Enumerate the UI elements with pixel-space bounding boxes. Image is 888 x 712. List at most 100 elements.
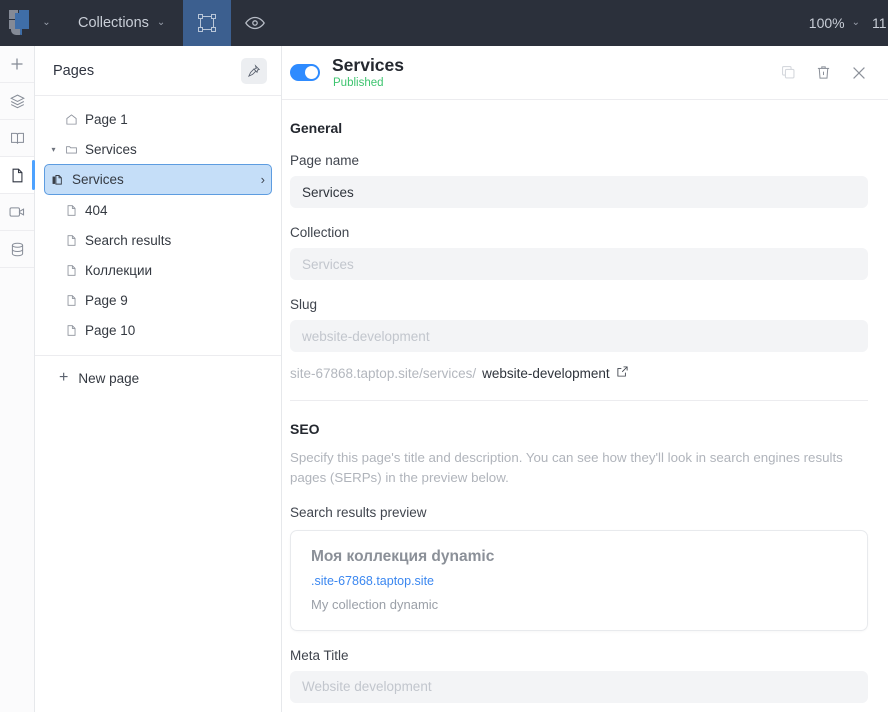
- trash-icon: [817, 66, 830, 79]
- zoom-control[interactable]: 100% ⌄: [797, 15, 872, 31]
- label-search-results-preview: Search results preview: [290, 504, 427, 520]
- page-list-item-label: Page 1: [85, 111, 128, 127]
- twisty-expanded-icon[interactable]: ▾: [49, 145, 58, 154]
- page-list-item-404[interactable]: 404: [43, 195, 273, 225]
- cutoff-label: 11: [872, 15, 887, 31]
- taptop-logo-icon: [9, 10, 35, 36]
- header-actions: [780, 64, 868, 82]
- page-list-item-label: 404: [85, 202, 108, 218]
- page-list-item-page-1[interactable]: Page 1: [43, 104, 273, 134]
- collections-label: Collections: [78, 15, 149, 31]
- toolbar-right-group: 100% ⌄ 11: [797, 0, 888, 46]
- close-button[interactable]: [850, 64, 868, 82]
- section-divider: [290, 400, 868, 401]
- database-icon: [11, 242, 23, 256]
- pin-panel-button[interactable]: [241, 57, 267, 84]
- page-list-item-page-9[interactable]: Page 9: [43, 285, 273, 315]
- plus-icon: [11, 58, 23, 70]
- page-icon: [65, 204, 78, 217]
- page-list-item-label: Page 9: [85, 292, 128, 308]
- page-list-item-kollekcii[interactable]: Коллекции: [43, 255, 273, 285]
- collection-page-icon: [51, 173, 65, 187]
- home-icon: [65, 113, 78, 126]
- page-name-input[interactable]: Services: [290, 176, 868, 208]
- page-icon: [65, 324, 78, 337]
- page-list-item-services-folder[interactable]: ▾ Services: [43, 134, 273, 164]
- chevron-down-icon: ⌄: [42, 17, 51, 28]
- preview-button[interactable]: [231, 0, 279, 46]
- plus-icon: +: [59, 369, 69, 386]
- page-list-item-label: Коллекции: [85, 262, 153, 278]
- page-icon: [65, 264, 78, 277]
- label-page-name: Page name: [290, 153, 360, 168]
- meta-title-input[interactable]: Website development: [290, 670, 868, 703]
- page-list-item-label: Search results: [85, 232, 172, 248]
- rail-item-media[interactable]: [0, 194, 34, 231]
- delete-button[interactable]: [815, 64, 832, 81]
- serp-preview-description: My collection dynamic: [311, 596, 439, 612]
- page-icon: [65, 234, 78, 247]
- serp-preview-url[interactable]: .site-67868.taptop.site: [311, 574, 847, 588]
- slug-input[interactable]: website-development: [290, 320, 868, 352]
- top-toolbar: ⌄ Collections ⌄ 100% ⌄ 11: [0, 0, 888, 46]
- pages-panel-footer: + New page: [35, 356, 281, 400]
- url-prefix: site-67868.taptop.site/services/: [290, 365, 477, 381]
- app-root: ⌄ Collections ⌄ 100% ⌄ 11 Pages Page 1 ▾…: [0, 0, 888, 712]
- duplicate-button[interactable]: [780, 64, 797, 81]
- select-tool-button[interactable]: [183, 0, 232, 46]
- new-page-label: New page: [78, 370, 140, 386]
- app-logo-button[interactable]: ⌄: [0, 0, 60, 46]
- label-collection: Collection: [290, 225, 350, 240]
- page-settings-content: General Page name Services Collection Se…: [282, 100, 888, 712]
- pin-icon: [247, 63, 261, 77]
- section-title-seo: SEO: [290, 421, 320, 437]
- close-icon: [853, 66, 865, 79]
- page-list-item-label: Services: [72, 172, 124, 187]
- pages-list: Page 1 ▾ Services Services › 404 Search …: [35, 96, 281, 356]
- page-settings-heading: Services Published: [332, 55, 405, 89]
- page-icon: [12, 168, 22, 182]
- url-slug: website-development: [482, 365, 610, 381]
- new-page-button[interactable]: + New page: [43, 370, 273, 386]
- layers-icon: [9, 94, 25, 108]
- duplicate-icon: [781, 65, 795, 79]
- page-settings-panel: Services Published General Page name Ser…: [282, 46, 888, 712]
- chevron-down-icon: ⌄: [851, 17, 860, 28]
- page-list-item-services-selected[interactable]: Services ›: [44, 164, 272, 195]
- chevron-right-icon[interactable]: ›: [261, 172, 265, 187]
- chevron-down-icon: ⌄: [156, 17, 166, 28]
- collection-input[interactable]: Services: [290, 248, 868, 280]
- status-badge: Published: [333, 76, 384, 89]
- workspace: Pages Page 1 ▾ Services Services › 404 S…: [0, 46, 888, 712]
- page-title: Services: [332, 55, 405, 76]
- rail-item-layers[interactable]: [0, 83, 34, 120]
- pages-panel-header: Pages: [35, 46, 281, 96]
- book-icon: [10, 132, 24, 144]
- rail-item-database[interactable]: [0, 231, 34, 268]
- serp-preview-title: Моя коллекция dynamic: [311, 547, 495, 565]
- eye-icon: [245, 16, 266, 30]
- page-list-item-search-results[interactable]: Search results: [43, 225, 273, 255]
- page-list-item-page-10[interactable]: Page 10: [43, 315, 273, 345]
- page-list-item-label: Services: [85, 141, 137, 157]
- folder-icon: [65, 143, 78, 156]
- label-meta-title: Meta Title: [290, 647, 349, 663]
- zoom-level-label: 100%: [808, 15, 845, 31]
- video-icon: [9, 207, 25, 217]
- page-url-preview[interactable]: site-67868.taptop.site/services/website-…: [290, 365, 868, 381]
- icon-rail: [0, 46, 35, 712]
- external-link-icon[interactable]: [616, 365, 629, 381]
- page-list-item-label: Page 10: [85, 322, 136, 338]
- rail-item-add[interactable]: [0, 46, 34, 83]
- cutoff-control[interactable]: 11: [872, 15, 888, 31]
- collections-menu[interactable]: Collections ⌄: [60, 0, 183, 46]
- pages-title: Pages: [53, 62, 95, 79]
- rail-item-library[interactable]: [0, 120, 34, 157]
- pages-panel: Pages Page 1 ▾ Services Services › 404 S…: [35, 46, 282, 712]
- selection-frame-icon: [198, 14, 217, 32]
- page-icon: [65, 294, 78, 307]
- serp-preview-card: Моя коллекция dynamic .site-67868.taptop…: [290, 529, 868, 631]
- page-published-toggle[interactable]: [290, 64, 320, 81]
- rail-item-pages[interactable]: [0, 157, 35, 194]
- page-settings-header: Services Published: [282, 46, 888, 100]
